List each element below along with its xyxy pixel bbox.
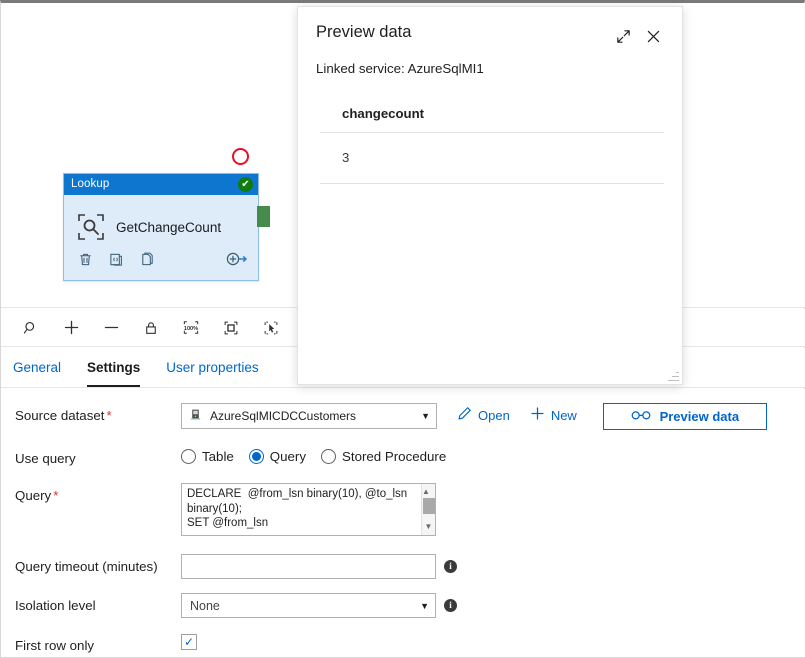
lock-icon[interactable] (131, 311, 171, 345)
delete-activity-icon[interactable] (78, 252, 93, 267)
query-textarea[interactable]: DECLARE @from_lsn binary(10), @to_lsn bi… (181, 483, 436, 536)
radio-query-label: Query (269, 449, 307, 464)
scroll-up-icon[interactable]: ▲ (422, 487, 430, 496)
new-dataset-label: New (550, 407, 577, 423)
preview-panel-header: Preview data (298, 7, 682, 49)
lookup-magnifier-icon (76, 212, 106, 242)
isolation-level-value: None (190, 598, 220, 613)
check-icon: ✔ (238, 177, 253, 192)
preview-data-table: changecount 3 (320, 106, 664, 184)
select-tool-icon[interactable] (251, 311, 291, 345)
table-column-header: changecount (342, 106, 425, 121)
first-row-only-row: First row only ✓ (1, 633, 805, 653)
check-icon: ✓ (183, 635, 195, 649)
zoom-in-icon[interactable] (51, 311, 91, 345)
query-text: DECLARE @from_lsn binary(10), @to_lsn bi… (187, 488, 408, 529)
scrollbar-thumb[interactable] (423, 498, 435, 514)
database-dataset-icon (189, 408, 202, 424)
required-asterisk: * (106, 408, 112, 423)
radio-stored-procedure-indicator (321, 449, 337, 464)
table-cell: 3 (342, 150, 350, 165)
zoom-out-icon[interactable] (91, 311, 131, 345)
use-query-radio-group: Table Query Stored Procedure (181, 446, 446, 464)
chevron-down-icon: ▼ (421, 411, 430, 421)
first-row-only-checkbox[interactable]: ✓ (181, 634, 197, 650)
table-row-divider (320, 183, 664, 184)
preview-data-label: Preview data (659, 409, 740, 424)
add-output-icon[interactable] (226, 251, 248, 267)
glasses-icon (631, 409, 651, 424)
query-row: Query * DECLARE @from_lsn binary(10), @to… (1, 483, 805, 536)
settings-panel: Source dataset * AzureSqlMICDCCustomers ▼ (1, 389, 805, 657)
radio-table-indicator (181, 449, 196, 464)
fit-to-screen-icon[interactable] (211, 311, 251, 345)
use-query-row: Use query Table Query Stored Procedure (1, 446, 805, 466)
activity-type-label: Lookup (71, 178, 110, 190)
source-dataset-row: Source dataset * AzureSqlMICDCCustomers ▼ (1, 403, 805, 430)
radio-table-label: Table (202, 449, 234, 464)
svg-text:100%: 100% (184, 326, 198, 332)
new-dataset-button[interactable]: New (530, 403, 577, 424)
query-scrollbar[interactable]: ▲ ▼ (421, 484, 435, 535)
search-icon[interactable] (11, 311, 51, 345)
radio-table[interactable]: Table (181, 449, 234, 464)
chevron-down-icon: ▼ (420, 600, 429, 611)
expand-diagonal-icon[interactable] (608, 23, 638, 49)
info-icon[interactable]: i (444, 599, 457, 612)
radio-stored-procedure-label: Stored Procedure (342, 449, 447, 464)
radio-query-indicator (248, 449, 264, 464)
radio-query[interactable]: Query (248, 449, 307, 464)
plus-icon (530, 406, 545, 424)
query-timeout-input[interactable] (181, 554, 436, 579)
activity-node-actions (64, 247, 258, 267)
source-dataset-dropdown[interactable]: AzureSqlMICDCCustomers ▼ (181, 403, 437, 429)
isolation-level-row: Isolation level None ▼ i (1, 593, 805, 618)
activity-failure-connector[interactable] (232, 148, 249, 165)
use-query-label: Use query (15, 451, 76, 466)
preview-panel-title: Preview data (316, 23, 412, 41)
radio-stored-procedure[interactable]: Stored Procedure (321, 449, 446, 464)
preview-data-button[interactable]: Preview data (602, 403, 767, 430)
activity-node-header: Lookup ✔ (64, 174, 258, 195)
resize-grip[interactable] (668, 370, 679, 381)
table-row: 3 (320, 133, 664, 183)
first-row-only-label: First row only (15, 638, 95, 653)
close-icon[interactable] (638, 23, 668, 49)
tab-general[interactable]: General (13, 348, 61, 387)
scroll-down-icon[interactable]: ▼ (422, 521, 435, 533)
isolation-level-dropdown[interactable]: None ▼ (181, 593, 436, 618)
activity-success-connector[interactable] (257, 206, 270, 227)
tab-settings[interactable]: Settings (87, 348, 141, 387)
linked-service-label: Linked service: AzureSqlMI1 (316, 61, 484, 76)
required-asterisk: * (53, 488, 59, 503)
open-dataset-button[interactable]: Open (457, 403, 510, 424)
zoom-100-icon[interactable]: 100% (171, 311, 211, 345)
code-view-icon[interactable] (109, 252, 124, 267)
isolation-level-label: Isolation level (15, 598, 96, 613)
lookup-activity-node[interactable]: Lookup ✔ GetChangeCount (63, 173, 259, 281)
query-label: Query * (15, 488, 59, 503)
tab-user-properties[interactable]: User properties (166, 348, 258, 387)
source-dataset-label: Source dataset * (15, 408, 112, 423)
ads-pipeline-authoring-window: Lookup ✔ GetChangeCount 100% General Set… (0, 0, 805, 658)
open-dataset-label: Open (478, 407, 510, 423)
pencil-icon (457, 406, 472, 424)
info-icon[interactable]: i (444, 560, 457, 573)
preview-data-panel: Preview data Linked service: AzureSqlMI1… (297, 6, 683, 385)
activity-name-label: GetChangeCount (116, 219, 222, 235)
query-timeout-row: Query timeout (minutes) i (1, 554, 805, 579)
query-timeout-label: Query timeout (minutes) (15, 559, 158, 574)
activity-node-body: GetChangeCount (64, 195, 258, 247)
source-dataset-value: AzureSqlMICDCCustomers (210, 409, 357, 423)
clone-activity-icon[interactable] (140, 252, 155, 267)
